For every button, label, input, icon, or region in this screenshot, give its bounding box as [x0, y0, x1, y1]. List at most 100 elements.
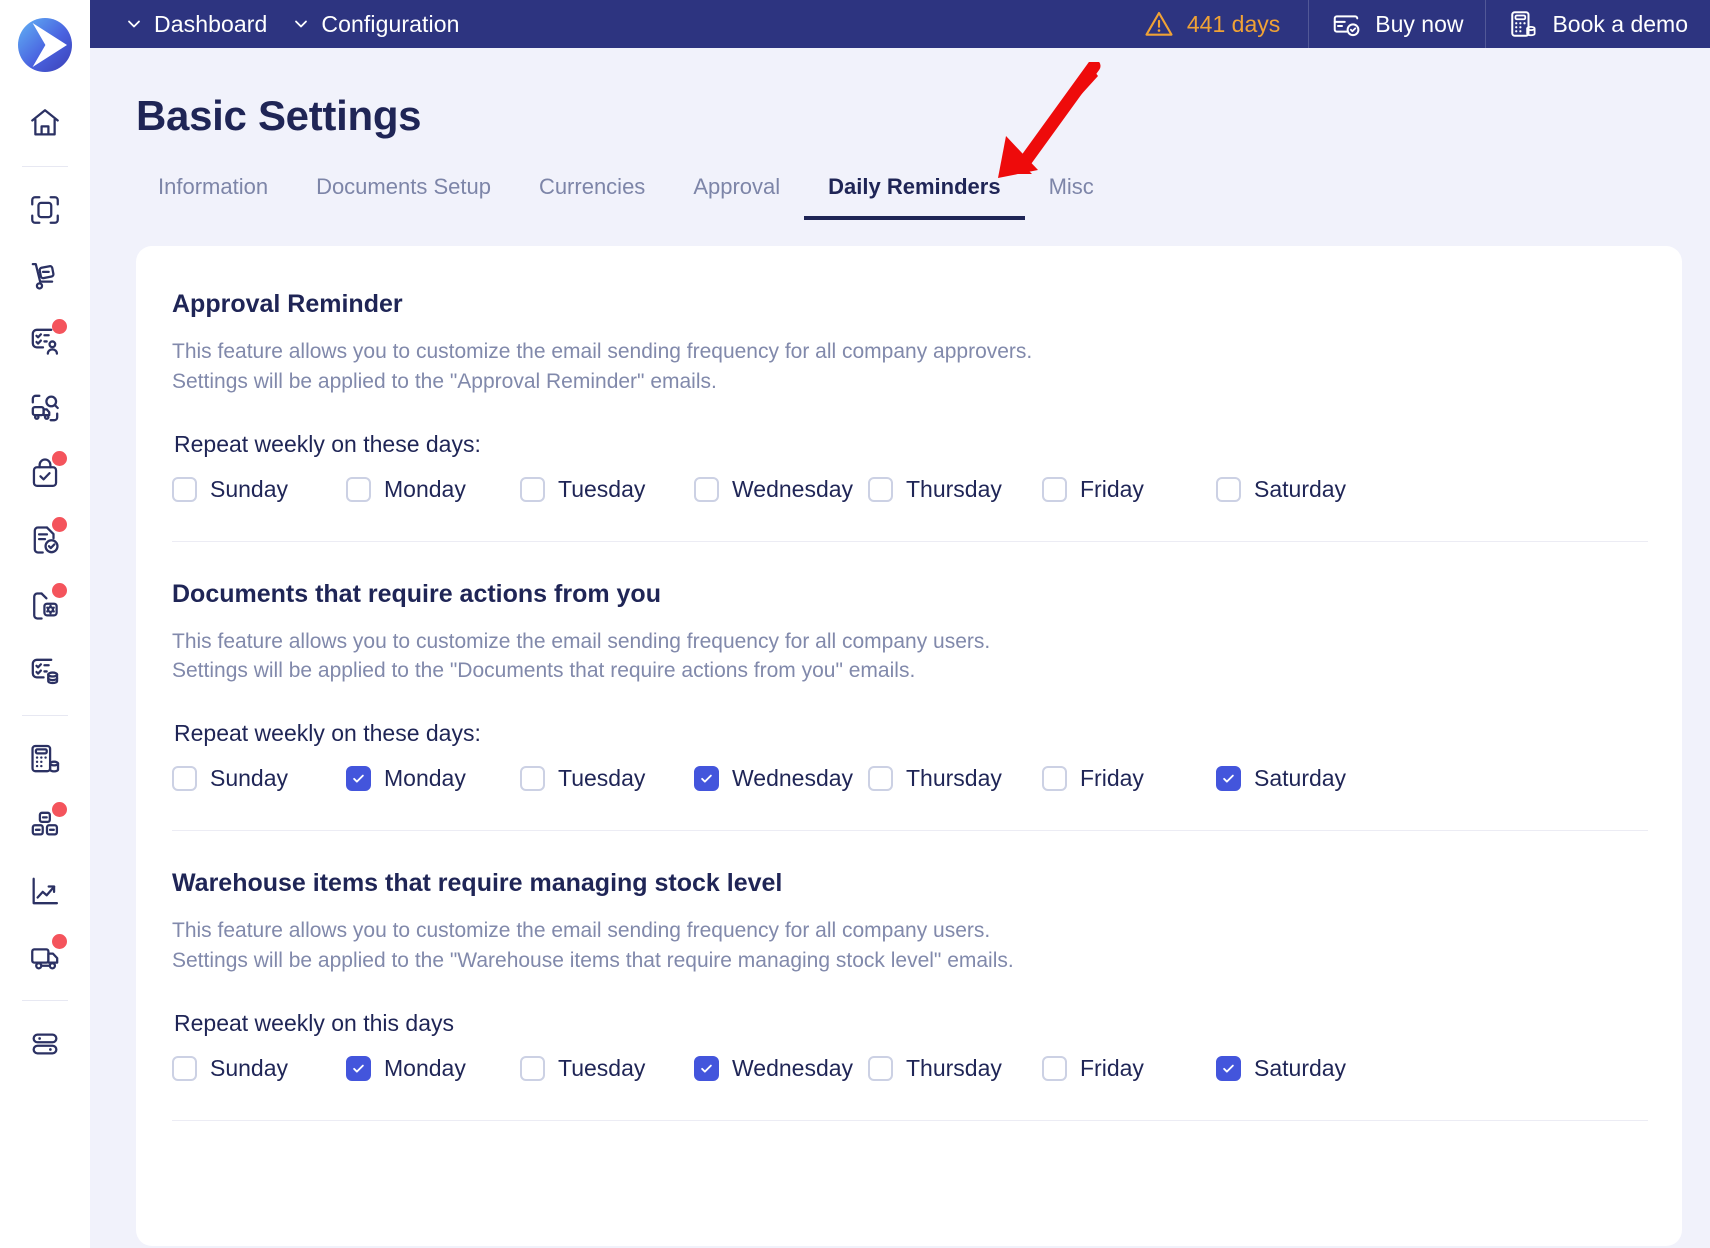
notification-badge	[52, 934, 67, 949]
checkbox-box[interactable]	[520, 1055, 545, 1081]
checkbox-box[interactable]	[1042, 476, 1067, 502]
checkbox-box[interactable]	[1216, 476, 1241, 502]
day-checkbox-tuesday[interactable]: Tuesday	[520, 765, 694, 792]
sidebar-item-accounting[interactable]	[17, 726, 73, 792]
day-label: Monday	[384, 765, 466, 792]
day-checkbox-friday[interactable]: Friday	[1042, 765, 1216, 792]
day-checkbox-thursday[interactable]: Thursday	[868, 1055, 1042, 1082]
sidebar-item-home[interactable]	[17, 90, 73, 156]
sidebar-item-inventory-blocks[interactable]	[17, 792, 73, 858]
day-checkbox-wednesday[interactable]: Wednesday	[694, 765, 868, 792]
notification-badge	[52, 583, 67, 598]
breadcrumb-configuration[interactable]: Configuration	[293, 11, 459, 38]
section-description-line1: This feature allows you to customize the…	[172, 340, 1033, 363]
checklist-database-icon	[31, 658, 59, 685]
checkbox-box[interactable]	[520, 766, 545, 792]
sidebar-divider	[22, 715, 68, 716]
day-checkbox-thursday[interactable]: Thursday	[868, 476, 1042, 503]
chevron-down-icon	[128, 20, 140, 28]
day-label: Saturday	[1254, 765, 1347, 792]
day-label: Monday	[384, 1054, 466, 1081]
day-checkbox-monday[interactable]: Monday	[346, 765, 520, 792]
day-checkbox-thursday[interactable]: Thursday	[868, 765, 1042, 792]
day-checkbox-friday[interactable]: Friday	[1042, 476, 1216, 503]
day-checkbox-saturday[interactable]: Saturday	[1216, 1055, 1390, 1082]
checkbox-box[interactable]	[172, 476, 197, 502]
reminder-section: Documents that require actions from you T…	[172, 580, 1648, 795]
truck-search-icon	[31, 394, 59, 422]
sidebar-item-delivery-trolley[interactable]	[17, 243, 73, 309]
sidebar-item-scan-document[interactable]	[17, 177, 73, 243]
tab-misc[interactable]: Misc	[1025, 174, 1118, 220]
tab-documents-setup[interactable]: Documents Setup	[292, 174, 515, 220]
sidebar-item-document-approved[interactable]	[17, 507, 73, 573]
app-logo[interactable]	[0, 0, 90, 90]
day-checkbox-monday[interactable]: Monday	[346, 1055, 520, 1082]
checkbox-box[interactable]	[694, 1055, 719, 1081]
checkbox-box[interactable]	[1216, 1055, 1241, 1081]
day-label: Friday	[1080, 475, 1144, 502]
day-label: Monday	[384, 475, 466, 502]
tab-information[interactable]: Information	[134, 174, 292, 220]
weekday-checkbox-row: Sunday Monday Tuesday Wednesday Thursday Frid…	[172, 476, 1648, 503]
daily-reminders-card: Approval Reminder This feature allows you…	[136, 246, 1682, 1246]
book-a-demo-button[interactable]: Book a demo	[1485, 0, 1710, 48]
day-checkbox-sunday[interactable]: Sunday	[172, 476, 346, 503]
checkbox-box[interactable]	[694, 476, 719, 502]
day-checkbox-tuesday[interactable]: Tuesday	[520, 1055, 694, 1082]
day-label: Saturday	[1254, 475, 1347, 502]
checkbox-box[interactable]	[1042, 766, 1067, 792]
day-checkbox-wednesday[interactable]: Wednesday	[694, 476, 868, 503]
checkbox-box[interactable]	[868, 476, 893, 502]
checkbox-box[interactable]	[172, 1055, 197, 1081]
sidebar-item-approval-tasks[interactable]	[17, 309, 73, 375]
checkbox-box[interactable]	[868, 1055, 893, 1081]
sidebar-item-shipment-search[interactable]	[17, 375, 73, 441]
day-checkbox-monday[interactable]: Monday	[346, 476, 520, 503]
day-checkbox-tuesday[interactable]: Tuesday	[520, 476, 694, 503]
breadcrumb-dashboard[interactable]: Dashboard	[126, 11, 267, 38]
day-checkbox-sunday[interactable]: Sunday	[172, 1055, 346, 1082]
sidebar-item-document-settings[interactable]	[17, 573, 73, 639]
day-checkbox-saturday[interactable]: Saturday	[1216, 476, 1390, 503]
section-divider	[172, 830, 1648, 832]
chevron-down-icon	[295, 20, 308, 28]
sidebar-item-checklist-database[interactable]	[17, 639, 73, 705]
checkbox-box[interactable]	[868, 766, 893, 792]
checkbox-box[interactable]	[1042, 1055, 1067, 1081]
checkbox-box[interactable]	[694, 766, 719, 792]
checkbox-box[interactable]	[172, 766, 197, 792]
tab-currencies[interactable]: Currencies	[515, 174, 669, 220]
checkbox-box[interactable]	[1216, 766, 1241, 792]
trial-days-label: 441 days	[1186, 10, 1281, 37]
checkbox-box[interactable]	[346, 1055, 371, 1081]
day-label: Friday	[1080, 765, 1144, 792]
hand-truck-icon	[31, 262, 55, 290]
notification-badge	[52, 517, 67, 532]
day-checkbox-saturday[interactable]: Saturday	[1216, 765, 1390, 792]
checkbox-box[interactable]	[520, 476, 545, 502]
sidebar-item-logistics[interactable]	[17, 924, 73, 990]
sidebar-item-purchase-approved[interactable]	[17, 441, 73, 507]
day-label: Thursday	[906, 1054, 1002, 1081]
notification-badge	[52, 319, 67, 334]
checkbox-box[interactable]	[346, 766, 371, 792]
trial-days-indicator[interactable]: 441 days	[1132, 9, 1292, 39]
day-checkbox-friday[interactable]: Friday	[1042, 1055, 1216, 1082]
day-checkbox-wednesday[interactable]: Wednesday	[694, 1055, 868, 1082]
tab-daily-reminders[interactable]: Daily Reminders	[804, 174, 1025, 220]
sidebar-item-reports[interactable]	[17, 858, 73, 924]
tab-approval[interactable]: Approval	[669, 174, 804, 220]
sidebar-divider	[22, 1000, 68, 1001]
checkbox-box[interactable]	[346, 476, 371, 502]
settings-tabs: Information Documents Setup Currencies Appr…	[134, 174, 1710, 220]
section-description-line1: This feature allows you to customize the…	[172, 919, 991, 943]
warning-triangle-icon	[1145, 11, 1173, 36]
buy-now-button[interactable]: Buy now	[1308, 0, 1485, 48]
day-label: Sunday	[210, 1054, 289, 1081]
sidebar-item-settings-toggles[interactable]	[17, 1011, 73, 1077]
day-checkbox-sunday[interactable]: Sunday	[172, 765, 346, 792]
breadcrumb-configuration-label: Configuration	[321, 10, 460, 37]
left-sidebar	[0, 0, 90, 1248]
reminder-section: Warehouse items that require managing st…	[172, 869, 1648, 1084]
